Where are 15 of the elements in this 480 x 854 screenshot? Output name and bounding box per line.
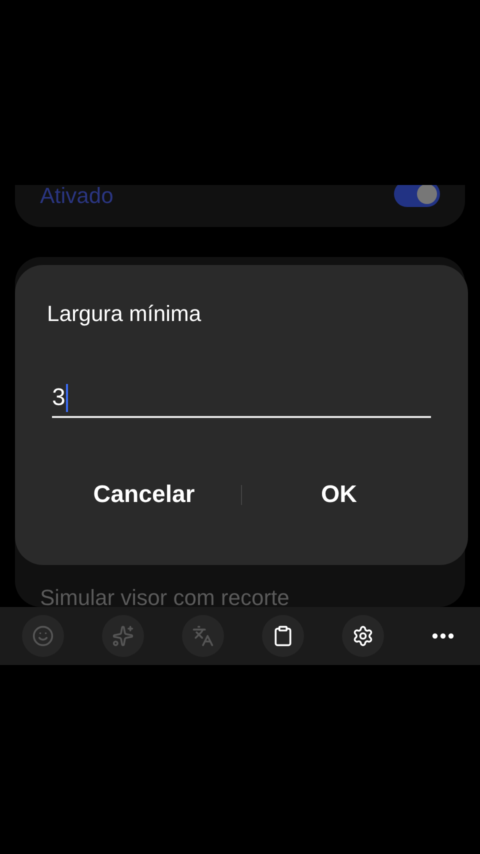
toolbar-button[interactable] bbox=[262, 615, 304, 657]
toggle-switch[interactable] bbox=[394, 185, 440, 207]
more-icon bbox=[432, 633, 454, 639]
setting-label: Ativado bbox=[40, 185, 114, 207]
sparkle-icon bbox=[112, 625, 134, 647]
input-field[interactable]: 3 bbox=[52, 380, 431, 418]
dialog-title: Largura mínima bbox=[47, 303, 202, 325]
dialog-button[interactable]: OK bbox=[242, 473, 436, 517]
dialog-button[interactable]: Cancelar bbox=[47, 473, 241, 517]
smile-icon bbox=[32, 625, 54, 647]
clipboard-icon bbox=[272, 625, 294, 647]
setting-label: Simular visor com recorte bbox=[40, 587, 290, 607]
settings-icon bbox=[352, 625, 374, 647]
toolbar-button[interactable] bbox=[342, 615, 384, 657]
translate-icon bbox=[192, 625, 214, 647]
